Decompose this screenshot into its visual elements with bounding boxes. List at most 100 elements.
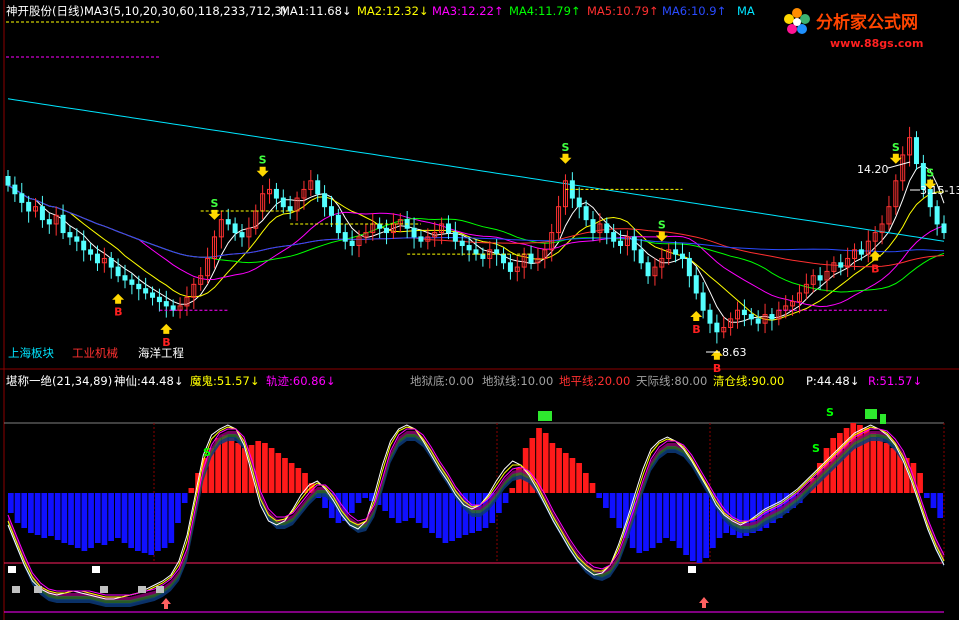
indicator-bar-down bbox=[663, 493, 669, 538]
indicator-bar-down bbox=[54, 493, 61, 540]
price-low-label: 8.63 bbox=[722, 346, 747, 359]
indicator-bar-down bbox=[937, 493, 943, 518]
candle-body bbox=[576, 197, 582, 208]
top-marker-block bbox=[880, 414, 886, 424]
diyudi-label: 地狱底:0.00 bbox=[410, 374, 474, 388]
indicator-bar-up bbox=[188, 488, 195, 493]
indicator-bar-up bbox=[235, 443, 241, 493]
candle-body bbox=[349, 240, 355, 247]
candle-body bbox=[473, 249, 479, 255]
candle-body bbox=[150, 292, 156, 298]
bottom-marker-square bbox=[156, 586, 164, 593]
indicator-bar-down bbox=[422, 493, 429, 528]
price-high-pointer bbox=[887, 161, 911, 169]
candle-body bbox=[60, 214, 66, 234]
sell-signal-letter: S bbox=[561, 141, 569, 154]
indicator-bar-up bbox=[890, 448, 897, 493]
indicator-bar-up bbox=[562, 453, 569, 493]
top-marker-block bbox=[538, 411, 552, 421]
mogui-label: 魔鬼:51.57↓ bbox=[190, 374, 259, 388]
sell-arrow-icon bbox=[889, 153, 902, 164]
candle-body bbox=[232, 223, 238, 234]
watermark-logo: 分析家公式网 www.88gs.com bbox=[784, 8, 923, 50]
indicator-bar-down bbox=[108, 493, 114, 541]
indicator-bar-up bbox=[268, 448, 275, 493]
sell-signal-letter: S bbox=[892, 141, 900, 154]
indicator-bar-up bbox=[877, 438, 883, 493]
legend-ma7: MA bbox=[737, 4, 755, 18]
buy-arrow-icon bbox=[112, 293, 125, 304]
candle-body bbox=[94, 253, 100, 264]
ma-legend: MA1:11.68↓ MA2:12.32↓ MA3:12.22↑ MA4:11.79↑… bbox=[280, 4, 755, 18]
indicator-bar-down bbox=[409, 493, 415, 518]
stock-chart: 神开股份(日线) MA3(5,10,20,30,60,118,233,712,3… bbox=[0, 0, 959, 620]
indicator-sell-letter: S bbox=[826, 406, 834, 419]
indicator-bar-down bbox=[114, 493, 121, 538]
sector-industrial[interactable]: 工业机械 bbox=[72, 346, 118, 360]
p-label: P:44.48↓ bbox=[806, 374, 859, 388]
indicator-bar-down bbox=[161, 493, 168, 548]
indicator-bar-down bbox=[88, 493, 94, 548]
top-marker-block bbox=[865, 409, 877, 419]
price-high-label: 14.20 bbox=[857, 163, 889, 176]
legend-ma5: MA5:10.79↑ bbox=[587, 4, 659, 18]
legend-ma6: MA6:10.9↑ bbox=[662, 4, 726, 18]
sell-signal-letter: S bbox=[926, 167, 934, 180]
indicator-bar-down bbox=[389, 493, 395, 518]
candle-body bbox=[466, 245, 472, 251]
candle-body bbox=[67, 232, 73, 238]
indicator-bar-down bbox=[28, 493, 34, 533]
indicator-bar-up bbox=[262, 443, 268, 493]
candle-body bbox=[583, 206, 589, 221]
indicator-bar-down bbox=[34, 493, 41, 535]
indicator-bar-up bbox=[870, 433, 877, 493]
indicator-bar-down bbox=[442, 493, 449, 543]
indicator-bar-up bbox=[228, 438, 235, 493]
buy-signal-letter: B bbox=[692, 323, 700, 336]
candle-body bbox=[714, 322, 720, 333]
indicator-bar-down bbox=[148, 493, 155, 555]
candle-body bbox=[12, 184, 18, 195]
buy-signal-letter: B bbox=[713, 362, 721, 375]
indicator-bar-down bbox=[930, 493, 937, 508]
indicator-bar-down bbox=[68, 493, 74, 545]
candle-body bbox=[19, 193, 25, 203]
indicator-sell-letter: S bbox=[812, 442, 820, 455]
candle-body bbox=[273, 188, 279, 199]
watermark-url: www.88gs.com bbox=[830, 37, 923, 50]
candle-body bbox=[741, 309, 747, 316]
legend-ma4: MA4:11.79↑ bbox=[509, 4, 581, 18]
indicator-bar-down bbox=[74, 493, 81, 548]
sell-arrow-icon bbox=[559, 153, 572, 164]
sell-arrow-icon bbox=[655, 231, 668, 242]
indicator-bar-up bbox=[542, 433, 549, 493]
indicator-bar-down bbox=[683, 493, 689, 555]
indicator-legend: 堪称一绝(21,34,89) 神仙:44.48↓ 魔鬼:51.57↓ 轨迹:60… bbox=[6, 374, 922, 388]
stock-title: 神开股份(日线) bbox=[6, 4, 84, 18]
candle-body bbox=[645, 262, 651, 277]
indicator-bar-down bbox=[175, 493, 181, 523]
indicator-bar-down bbox=[41, 493, 48, 538]
indicator-bar-down bbox=[348, 493, 355, 513]
sell-signal-letter: S bbox=[259, 154, 267, 167]
indicator-bar-down bbox=[609, 493, 616, 518]
indicator-bar-down bbox=[402, 493, 409, 521]
candle-body bbox=[115, 266, 121, 277]
indicator-bar-down bbox=[101, 493, 108, 545]
indicator-bar-down bbox=[141, 493, 148, 553]
buy-up-arrow-icon bbox=[161, 598, 171, 609]
dipingxian-label: 地平线:20.00 bbox=[559, 374, 630, 388]
candle-body bbox=[693, 275, 699, 294]
candle-body bbox=[46, 219, 52, 225]
candle-body bbox=[377, 223, 383, 229]
indicator-bar-up bbox=[569, 458, 576, 493]
indicator-bar-down bbox=[415, 493, 422, 523]
watermark-title: 分析家公式网 bbox=[816, 12, 918, 33]
bottom-marker-square bbox=[34, 586, 42, 593]
candle-body bbox=[459, 240, 465, 247]
sector-ocean[interactable]: 海洋工程 bbox=[138, 346, 184, 360]
candle-body bbox=[322, 193, 328, 208]
candle-body bbox=[239, 232, 245, 238]
ma-line-7 bbox=[7, 98, 945, 242]
sector-shanghai[interactable]: 上海板块 bbox=[8, 346, 54, 360]
